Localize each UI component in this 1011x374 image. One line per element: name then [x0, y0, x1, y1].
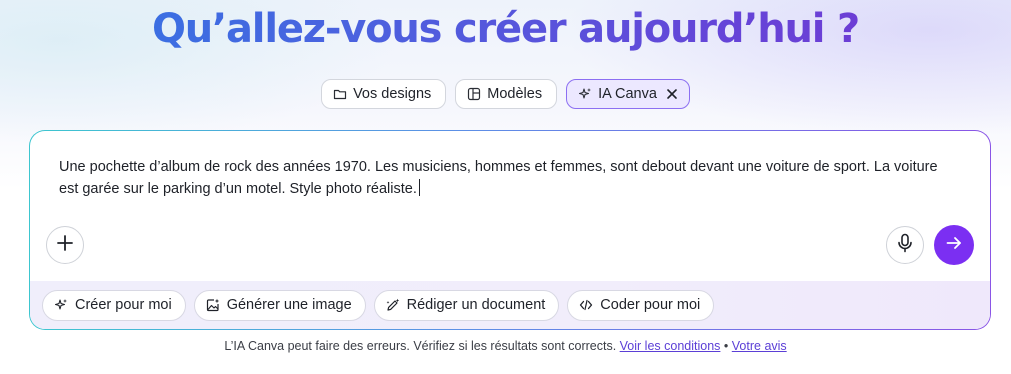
disclaimer-text: L’IA Canva peut faire des erreurs. Vérif…	[224, 339, 617, 353]
microphone-icon	[896, 233, 914, 258]
image-sparkle-icon	[206, 298, 220, 312]
folder-icon	[333, 87, 347, 101]
tab-ia-canva[interactable]: IA Canva	[566, 79, 690, 109]
arrow-right-icon	[945, 234, 963, 257]
pencil-sparkle-icon	[386, 298, 400, 312]
suggestion-label: Créer pour moi	[75, 297, 172, 313]
page-title: Qu’allez-vous créer aujourd’hui ?	[0, 6, 1011, 52]
suggestion-generer-image[interactable]: Générer une image	[193, 289, 366, 321]
template-icon	[467, 87, 481, 101]
suggestion-coder-pour-moi[interactable]: Coder pour moi	[567, 289, 715, 321]
suggestion-label: Coder pour moi	[600, 297, 701, 313]
mode-switcher: Vos designs Modèles IA Canva	[0, 79, 1011, 109]
disclaimer: L’IA Canva peut faire des erreurs. Vérif…	[0, 339, 1011, 353]
prompt-input[interactable]: Une pochette d’album de rock des années …	[59, 156, 939, 200]
sparkle-icon	[54, 298, 68, 312]
add-button[interactable]	[46, 226, 84, 264]
close-icon[interactable]	[665, 87, 679, 101]
canva-ai-home: Qu’allez-vous créer aujourd’hui ? Vos de…	[0, 0, 1011, 374]
plus-icon	[56, 234, 74, 257]
feedback-link[interactable]: Votre avis	[732, 339, 787, 353]
sparkle-icon	[578, 87, 592, 101]
tab-label: IA Canva	[598, 86, 657, 102]
conditions-link[interactable]: Voir les conditions	[620, 339, 721, 353]
suggestions-bar: Créer pour moi Générer une image Rédiger…	[30, 281, 990, 329]
tab-label: Modèles	[487, 86, 543, 102]
prompt-card-inner: Une pochette d’album de rock des années …	[30, 131, 990, 329]
suggestion-rediger-document[interactable]: Rédiger un document	[373, 289, 560, 321]
suggestion-label: Rédiger un document	[406, 297, 546, 313]
suggestion-creer-pour-moi[interactable]: Créer pour moi	[42, 289, 186, 321]
voice-input-button[interactable]	[886, 226, 924, 264]
suggestion-label: Générer une image	[226, 297, 352, 313]
code-icon	[579, 298, 593, 312]
tab-modeles[interactable]: Modèles	[455, 79, 558, 109]
prompt-text: Une pochette d’album de rock des années …	[59, 159, 938, 197]
disclaimer-separator: •	[723, 339, 729, 353]
tab-label: Vos designs	[353, 86, 432, 102]
text-caret	[418, 179, 420, 196]
send-button[interactable]	[934, 225, 974, 265]
tab-vos-designs[interactable]: Vos designs	[321, 79, 447, 109]
prompt-card: Une pochette d’album de rock des années …	[29, 130, 991, 330]
